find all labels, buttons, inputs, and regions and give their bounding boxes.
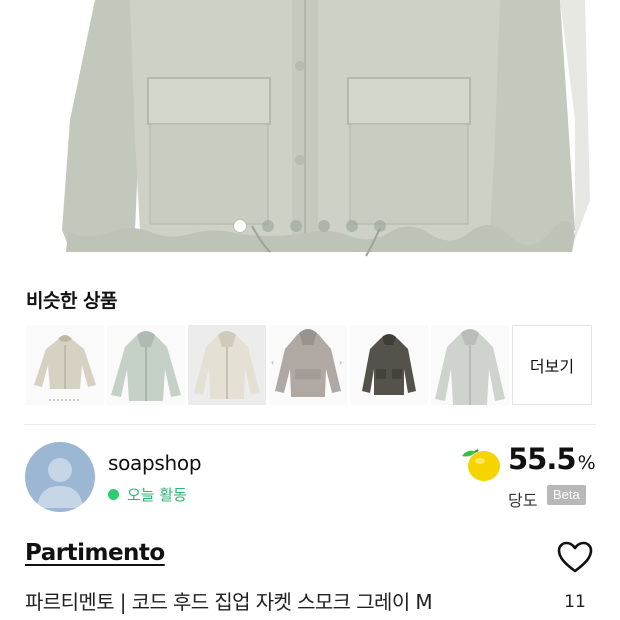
seller-name[interactable]: soapshop [108,451,202,475]
similar-products-list: ‹ › 더보기 [26,325,592,405]
trust-score-unit: % [577,452,596,474]
like-count: 11 [564,592,586,612]
carousel-dot[interactable] [346,220,358,232]
carousel-dot[interactable] [374,220,386,232]
default-avatar-icon [37,458,83,508]
yellow-lemon-icon [462,449,500,481]
similar-product-item[interactable] [26,325,104,405]
seller-activity-status: 오늘 활동 [108,484,187,505]
svg-text:‹: ‹ [271,358,274,367]
gray-hooded-jacket-thumb [435,329,505,405]
trust-score: 55.5% [508,442,596,476]
similar-product-item[interactable] [188,325,266,405]
taupe-anorak-thumb: ‹ › [271,329,342,397]
similar-product-item[interactable] [431,325,509,405]
similar-products-title: 비슷한 상품 [26,290,118,312]
carousel-dot[interactable] [318,220,330,232]
cream-zip-jacket-thumb [194,331,260,399]
similar-product-item[interactable]: ‹ › [269,325,347,405]
similar-product-item[interactable] [107,325,185,405]
heart-outline-icon[interactable] [556,540,594,574]
see-more-button[interactable]: 더보기 [512,325,592,405]
beta-badge: Beta [547,485,586,505]
carousel-dot[interactable] [290,220,302,232]
carousel-indicator [0,220,620,234]
product-title: 파르티멘토 | 코드 후드 집업 자켓 스모크 그레이 M [25,590,433,614]
similar-product-item[interactable] [350,325,428,405]
trust-score-value: 55.5 [508,442,577,476]
brand-link[interactable]: Partimento [25,540,165,566]
activity-label: 오늘 활동 [127,486,187,504]
svg-text:›: › [339,358,342,367]
product-image-carousel[interactable] [0,0,620,260]
online-dot-icon [108,489,119,500]
carousel-dot[interactable] [262,220,274,232]
seller-avatar[interactable] [25,442,95,512]
beige-jacket-thumb [34,335,96,401]
carousel-dot-active[interactable] [234,220,246,232]
mint-hooded-jacket-thumb [111,331,181,401]
trust-label: 당도 [508,491,538,510]
brown-pocket-jacket-thumb [362,334,416,395]
section-divider [24,424,596,425]
